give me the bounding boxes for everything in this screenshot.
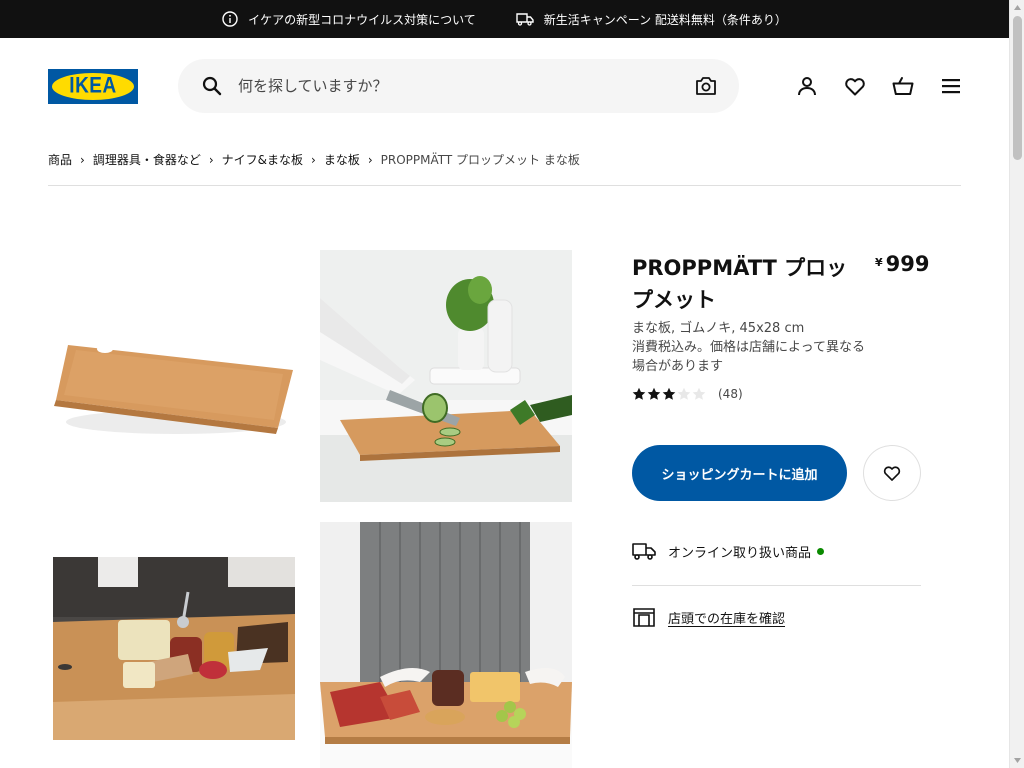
breadcrumb: 商品 › 調理器具・食器など › ナイフ&まな板 › まな板 › PROPPMÄ…	[48, 151, 580, 168]
breadcrumb-chevron-icon: ›	[208, 152, 214, 167]
logo-oval: IKEA	[52, 73, 134, 100]
breadcrumb-item-knives[interactable]: ナイフ&まな板	[222, 151, 303, 168]
scrollbar-thumb[interactable]	[1013, 16, 1022, 160]
top-banner: イケアの新型コロナウイルス対策について 新生活キャンペーン 配送料無料（条件あり…	[0, 0, 1009, 38]
search-input[interactable]	[238, 77, 695, 95]
menu-icon[interactable]	[939, 74, 963, 98]
user-icon[interactable]	[795, 74, 819, 98]
product-image-cutting[interactable]	[320, 250, 572, 502]
price-notice: 消費税込み。価格は店舗によって異なる場合があります	[632, 340, 865, 374]
campaign-link[interactable]: 新生活キャンペーン 配送料無料（条件あり）	[516, 11, 787, 28]
add-to-favorites-button[interactable]	[863, 445, 921, 501]
breadcrumb-item-cookware[interactable]: 調理器具・食器など	[93, 151, 201, 168]
breadcrumb-chevron-icon: ›	[311, 152, 316, 167]
star-filled-icon	[632, 387, 646, 400]
heart-icon	[883, 466, 901, 481]
product-description: まな板, ゴムノキ, 45x28 cm 消費税込み。価格は店舗によって異なる場合…	[632, 319, 872, 376]
breadcrumb-chevron-icon: ›	[367, 152, 373, 167]
logo-wordmark: IKEA	[69, 73, 117, 98]
breadcrumb-divider	[48, 185, 961, 186]
store-stock-link[interactable]: 店頭での在庫を確認	[632, 606, 785, 628]
availability-dot-icon	[817, 547, 825, 555]
breadcrumb-item-cutting-boards[interactable]: まな板	[324, 151, 360, 168]
star-empty-icon	[692, 387, 706, 400]
truck-icon	[516, 13, 534, 26]
star-filled-icon	[647, 387, 661, 400]
product-image-board[interactable]	[48, 250, 300, 502]
product-spec: まな板, ゴムノキ, 45x28 cm	[632, 321, 805, 336]
delivery-truck-icon	[632, 543, 656, 560]
camera-icon[interactable]	[695, 75, 717, 97]
product-image-cheese-board[interactable]	[48, 522, 300, 768]
star-filled-icon	[662, 387, 676, 400]
product-rating[interactable]: (48)	[632, 387, 743, 401]
page-scrollbar[interactable]	[1009, 0, 1024, 768]
info-icon	[222, 11, 238, 27]
online-availability-label: オンライン取り扱い商品	[668, 545, 812, 561]
covid-info-text: イケアの新型コロナウイルス対策について	[248, 12, 476, 27]
ikea-logo[interactable]: IKEA	[48, 69, 138, 104]
rating-stars	[632, 387, 707, 401]
price-amount: 999	[885, 252, 930, 276]
add-to-cart-button[interactable]: ショッピングカートに追加	[632, 445, 847, 501]
breadcrumb-current: PROPPMÄTT プロップメット まな板	[380, 153, 580, 167]
basket-icon[interactable]	[891, 74, 915, 98]
search-icon[interactable]	[202, 76, 222, 96]
store-icon	[633, 608, 655, 627]
info-divider	[632, 585, 921, 586]
search-bar[interactable]	[178, 59, 739, 113]
covid-info-link[interactable]: イケアの新型コロナウイルス対策について	[222, 11, 476, 28]
store-stock-label: 店頭での在庫を確認	[668, 611, 786, 627]
product-image-serving[interactable]	[320, 522, 572, 768]
star-empty-icon	[677, 387, 691, 400]
campaign-text: 新生活キャンペーン 配送料無料（条件あり）	[543, 12, 787, 27]
breadcrumb-item-products[interactable]: 商品	[48, 151, 72, 168]
heart-icon[interactable]	[843, 74, 867, 98]
breadcrumb-chevron-icon: ›	[80, 152, 85, 167]
online-availability: オンライン取り扱い商品	[632, 541, 825, 561]
product-title: PROPPMÄTT プロップメット	[632, 256, 848, 312]
price-currency: ¥	[875, 256, 883, 269]
review-count: (48)	[718, 387, 743, 401]
scroll-down-arrow-icon[interactable]	[1010, 753, 1024, 768]
scroll-up-arrow-icon[interactable]	[1010, 0, 1024, 15]
product-price: ¥ 999	[875, 252, 930, 276]
